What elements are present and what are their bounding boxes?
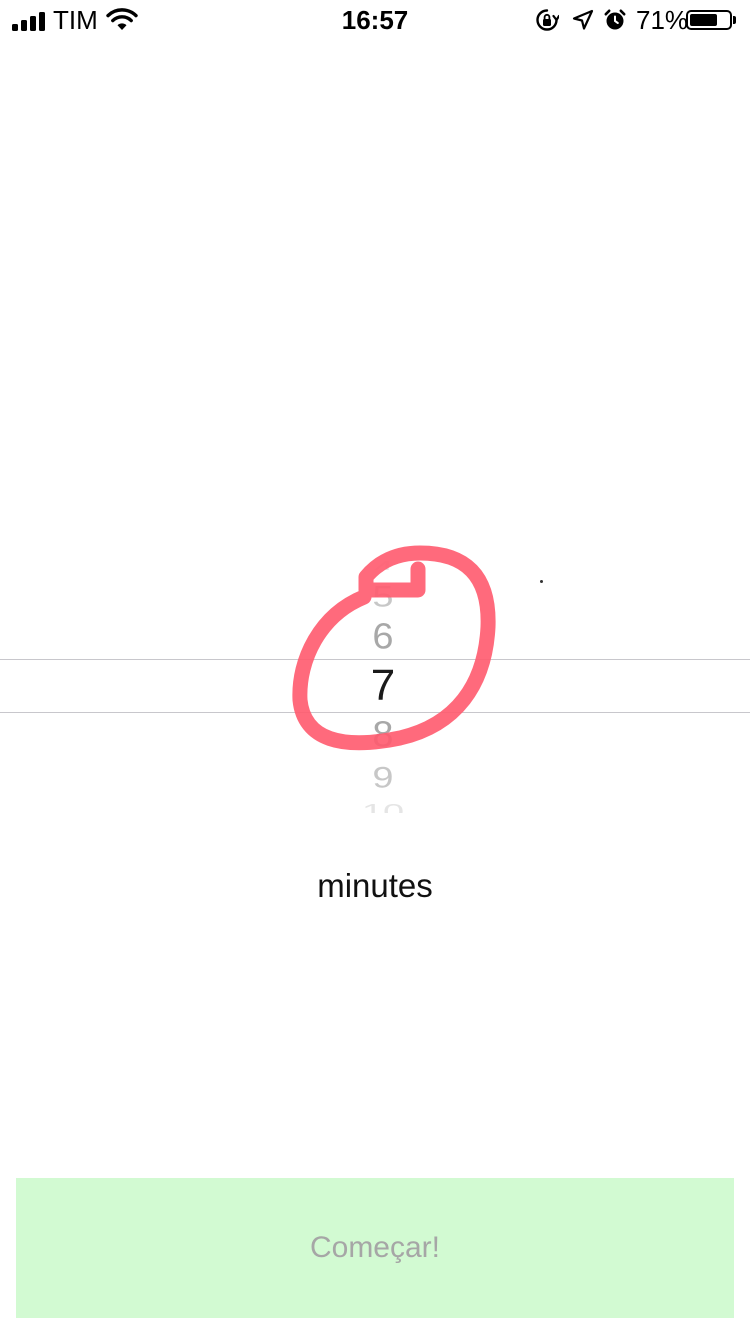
minutes-picker[interactable]: 4 5 6 7 8 9 10 [0,540,750,822]
picker-selection-top-line [0,659,750,660]
battery-percent: 71% [636,5,689,35]
picker-item[interactable]: 10 [333,801,433,813]
orientation-lock-icon [536,9,559,31]
picker-item[interactable]: 8 [333,716,433,754]
alarm-icon [604,9,626,30]
picker-item[interactable]: 9 [333,762,433,793]
picker-item[interactable]: 5 [333,581,433,612]
picker-item[interactable]: 4 [333,558,433,570]
start-button[interactable]: Começar! [16,1178,734,1318]
status-bar: TIM 16:57 71% [0,0,750,40]
battery-tip [733,16,736,24]
stray-dot [540,580,543,583]
picker-item[interactable]: 6 [333,618,433,656]
unit-label: minutes [317,867,433,904]
picker-selection-bottom-line [0,712,750,713]
battery-icon [686,10,732,30]
location-icon [572,9,594,30]
picker-item-selected[interactable]: 7 [333,662,433,710]
